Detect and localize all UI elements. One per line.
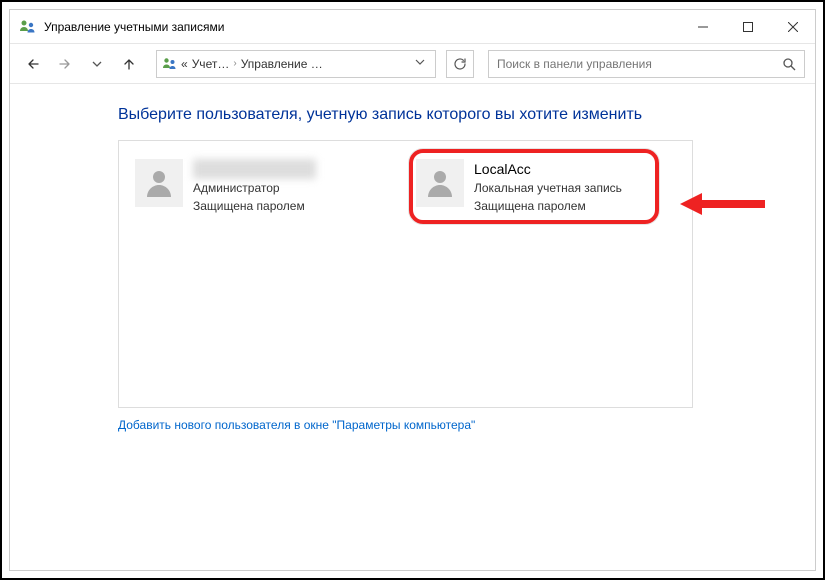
- breadcrumb-sep-icon: ›: [233, 58, 236, 69]
- add-user-link[interactable]: Добавить нового пользователя в окне "Пар…: [118, 418, 475, 432]
- forward-button[interactable]: [52, 51, 78, 77]
- breadcrumb-back: «: [181, 57, 188, 71]
- chevron-down-icon[interactable]: [415, 57, 431, 70]
- user-type-admin: Администратор: [193, 180, 316, 197]
- titlebar: Управление учетными записями: [10, 10, 815, 44]
- close-button[interactable]: [770, 11, 815, 43]
- back-button[interactable]: [20, 51, 46, 77]
- maximize-button[interactable]: [725, 11, 770, 43]
- user-card-admin[interactable]: ████████ ████ Администратор Защищена пар…: [129, 153, 394, 221]
- user-protected-admin: Защищена паролем: [193, 198, 316, 215]
- user-name-localacc: LocalAcc: [474, 159, 622, 179]
- address-icon: [161, 56, 177, 72]
- breadcrumb-part1[interactable]: Учет…: [192, 57, 230, 71]
- user-name-admin: ████████ ████: [193, 159, 316, 179]
- app-icon: [18, 18, 36, 36]
- user-type-localacc: Локальная учетная запись: [474, 180, 622, 197]
- address-bar[interactable]: « Учет… › Управление …: [156, 50, 436, 78]
- toolbar: « Учет… › Управление …: [10, 44, 815, 84]
- search-input[interactable]: [489, 57, 774, 71]
- user-panel: ████████ ████ Администратор Защищена пар…: [118, 140, 693, 408]
- minimize-button[interactable]: [680, 11, 725, 43]
- page-title: Выберите пользователя, учетную запись ко…: [118, 106, 815, 124]
- user-card-localacc[interactable]: LocalAcc Локальная учетная запись Защище…: [410, 153, 675, 221]
- refresh-button[interactable]: [446, 50, 474, 78]
- avatar-icon: [416, 159, 464, 207]
- breadcrumb-part2[interactable]: Управление …: [241, 57, 323, 71]
- up-button[interactable]: [116, 51, 142, 77]
- user-protected-localacc: Защищена паролем: [474, 198, 622, 215]
- search-icon[interactable]: [774, 57, 804, 71]
- window-title: Управление учетными записями: [44, 20, 680, 34]
- search-box[interactable]: [488, 50, 805, 78]
- avatar-icon: [135, 159, 183, 207]
- recent-dropdown[interactable]: [84, 51, 110, 77]
